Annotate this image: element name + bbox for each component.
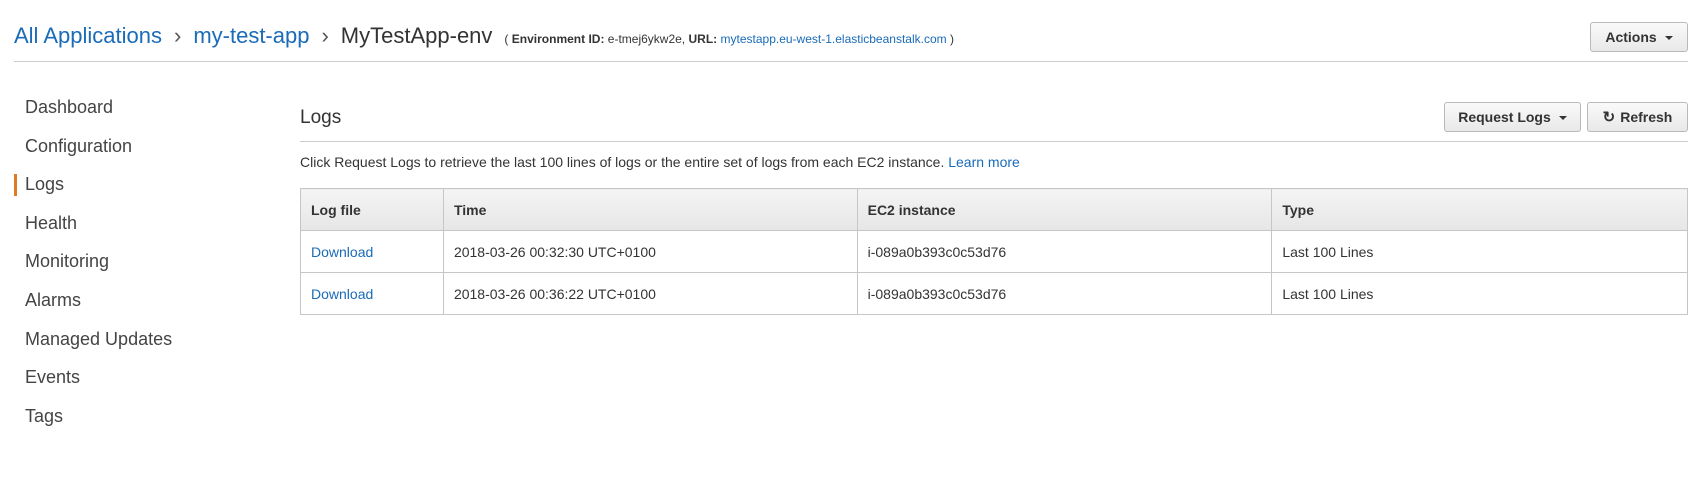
environment-url-link[interactable]: mytestapp.eu-west-1.elasticbeanstalk.com xyxy=(721,32,947,46)
column-header-log-file: Log file xyxy=(300,188,444,231)
description-text: Click Request Logs to retrieve the last … xyxy=(300,154,945,170)
actions-button[interactable]: Actions xyxy=(1590,22,1688,52)
actions-button-label: Actions xyxy=(1605,29,1657,45)
column-header-type: Type xyxy=(1271,188,1688,231)
download-link[interactable]: Download xyxy=(311,286,373,302)
log-file-cell: Download xyxy=(300,230,444,273)
log-file-cell: Download xyxy=(300,272,444,315)
sidebar-item-alarms[interactable]: Alarms xyxy=(14,281,244,320)
sidebar-item-monitoring[interactable]: Monitoring xyxy=(14,242,244,281)
download-link[interactable]: Download xyxy=(311,244,373,260)
learn-more-link[interactable]: Learn more xyxy=(948,154,1020,170)
table-header-row: Log file Time EC2 instance Type xyxy=(300,188,1688,231)
logs-table: Log file Time EC2 instance Type Download… xyxy=(300,188,1688,315)
request-logs-button[interactable]: Request Logs xyxy=(1444,102,1581,132)
breadcrumb: All Applications › my-test-app › MyTestA… xyxy=(14,23,954,49)
sidebar-item-dashboard[interactable]: Dashboard xyxy=(14,88,244,127)
time-cell: 2018-03-26 00:36:22 UTC+0100 xyxy=(442,272,858,315)
environment-id-value: e-tmej6ykw2e, xyxy=(607,32,686,46)
breadcrumb-separator: › xyxy=(173,23,182,48)
url-label: URL: xyxy=(688,32,718,46)
page-title: Logs xyxy=(300,107,342,128)
breadcrumb-application[interactable]: my-test-app xyxy=(193,23,309,49)
sidebar-item-events[interactable]: Events xyxy=(14,358,244,397)
request-logs-label: Request Logs xyxy=(1458,109,1551,125)
section-divider xyxy=(300,141,1688,142)
breadcrumb-environment: MyTestApp-env xyxy=(340,23,493,48)
sidebar-item-tags[interactable]: Tags xyxy=(14,397,244,436)
caret-down-icon xyxy=(1558,116,1567,120)
sidebar-item-configuration[interactable]: Configuration xyxy=(14,127,244,166)
column-header-time: Time xyxy=(442,188,858,231)
meta-open-paren: ( xyxy=(504,32,509,46)
refresh-button[interactable]: ↻ Refresh xyxy=(1587,102,1688,132)
time-cell: 2018-03-26 00:32:30 UTC+0100 xyxy=(442,230,858,273)
refresh-icon: ↻ xyxy=(1602,109,1616,126)
sidebar-nav: Dashboard Configuration Logs Health Moni… xyxy=(14,88,244,435)
ec2-instance-cell: i-089a0b393c0c53d76 xyxy=(856,272,1273,315)
column-header-ec2-instance: EC2 instance xyxy=(856,188,1273,231)
logs-description: Click Request Logs to retrieve the last … xyxy=(300,154,1020,170)
page-header: All Applications › my-test-app › MyTestA… xyxy=(14,18,1702,62)
sidebar-item-logs[interactable]: Logs xyxy=(14,165,244,204)
ec2-instance-cell: i-089a0b393c0c53d76 xyxy=(856,230,1273,273)
environment-meta: ( Environment ID: e-tmej6ykw2e, URL: myt… xyxy=(504,32,954,46)
refresh-label: Refresh xyxy=(1620,109,1673,125)
sidebar-item-managed-updates[interactable]: Managed Updates xyxy=(14,320,244,359)
sidebar-item-health[interactable]: Health xyxy=(14,204,244,243)
breadcrumb-all-applications[interactable]: All Applications xyxy=(14,23,162,49)
header-divider xyxy=(14,61,1688,62)
breadcrumb-separator: › xyxy=(321,23,329,48)
type-cell: Last 100 Lines xyxy=(1271,272,1688,315)
table-row: Download 2018-03-26 00:36:22 UTC+0100 i-… xyxy=(300,272,1688,315)
caret-down-icon xyxy=(1664,36,1673,40)
environment-id-label: Environment ID: xyxy=(511,32,605,46)
table-row: Download 2018-03-26 00:32:30 UTC+0100 i-… xyxy=(300,230,1688,273)
meta-close-paren: ) xyxy=(949,32,954,46)
type-cell: Last 100 Lines xyxy=(1271,230,1688,273)
